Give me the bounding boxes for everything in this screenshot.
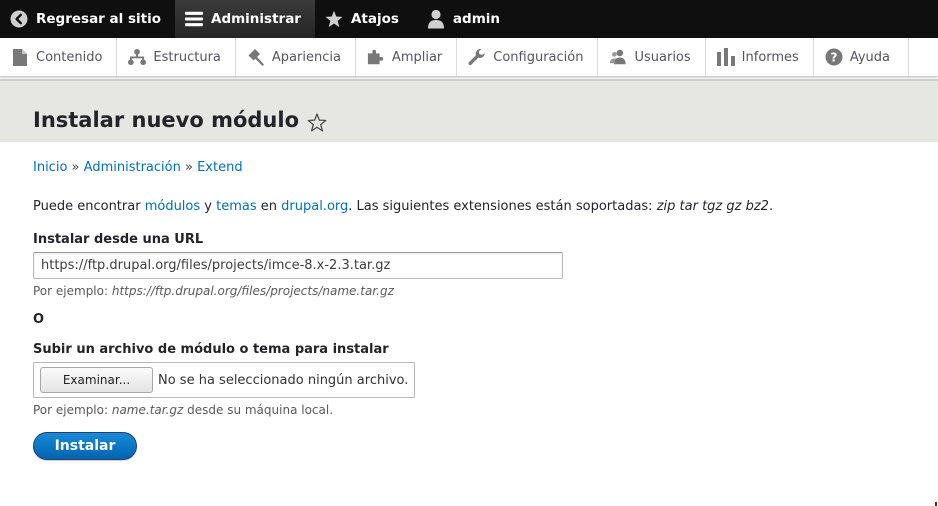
help-prefix: Puede encontrar <box>33 199 145 214</box>
breadcrumb: Inicio » Administración » Extend <box>33 160 243 175</box>
upload-desc-prefix: Por ejemplo: <box>33 403 112 417</box>
tray-item-people[interactable]: Usuarios <box>598 38 706 76</box>
breadcrumb-separator: » <box>184 160 193 175</box>
puzzle-icon <box>367 48 385 66</box>
shortcuts-tab[interactable]: Atajos <box>315 0 413 38</box>
themes-link[interactable]: temas <box>216 199 257 214</box>
or-separator: O <box>33 312 45 327</box>
install-button[interactable]: Instalar <box>33 432 137 460</box>
breadcrumb-separator: » <box>71 160 80 175</box>
breadcrumb-home-link[interactable]: Inicio <box>33 160 67 175</box>
tray-item-configuration[interactable]: Configuración <box>457 38 599 76</box>
help-and: y <box>200 199 217 214</box>
help-in: en <box>256 199 282 214</box>
user-tab[interactable]: admin <box>413 0 514 38</box>
browse-button[interactable]: Examinar... <box>40 367 153 393</box>
url-desc-example: https://ftp.drupal.org/files/projects/na… <box>111 284 394 298</box>
paint-icon <box>247 48 265 66</box>
shortcuts-tab-label: Atajos <box>350 11 399 27</box>
tray-item-appearance[interactable]: Apariencia <box>236 38 356 76</box>
modules-link[interactable]: módulos <box>145 199 200 214</box>
tray-item-help[interactable]: ? Ayuda <box>814 38 909 76</box>
install-url-description: Por ejemplo: https://ftp.drupal.org/file… <box>33 284 394 298</box>
breadcrumb-admin-link[interactable]: Administración <box>84 160 181 175</box>
tray-item-label: Ayuda <box>849 49 890 65</box>
help-end: . <box>768 199 774 214</box>
tray-item-label: Configuración <box>493 49 584 65</box>
question-icon: ? <box>825 48 843 66</box>
tray-item-label: Ampliar <box>391 49 443 65</box>
tray-item-label: Apariencia <box>271 49 341 65</box>
manage-tab[interactable]: Administrar <box>175 0 315 38</box>
help-text: Puede encontrar módulos y temas en drupa… <box>33 199 773 214</box>
add-shortcut-star-icon[interactable] <box>307 113 329 135</box>
upload-file-field[interactable]: Examinar... No se ha seleccionado ningún… <box>33 362 415 398</box>
tray-item-content[interactable]: Contenido <box>0 38 118 76</box>
no-file-selected-text: No se ha seleccionado ningún archivo. <box>158 373 409 388</box>
star-icon <box>325 10 343 28</box>
breadcrumb-extend-link[interactable]: Extend <box>197 160 243 175</box>
page-title: Instalar nuevo módulo <box>33 108 299 132</box>
user-tab-label: admin <box>452 11 501 27</box>
page-header: Instalar nuevo módulo <box>0 79 938 142</box>
drupal-org-link[interactable]: drupal.org <box>281 199 348 214</box>
tray-item-label: Usuarios <box>634 49 691 65</box>
tray-item-reports[interactable]: Informes <box>706 38 814 76</box>
upload-label: Subir un archivo de módulo o tema para i… <box>33 342 389 357</box>
resize-handle-icon <box>928 496 937 506</box>
install-url-input[interactable]: https://ftp.drupal.org/files/projects/im… <box>33 252 563 279</box>
hierarchy-icon <box>128 48 147 66</box>
upload-desc-example: name.tar.gz <box>111 403 184 417</box>
upload-description: Por ejemplo: name.tar.gz desde su máquin… <box>33 403 333 417</box>
svg-text:?: ? <box>830 50 837 64</box>
manage-tab-label: Administrar <box>211 11 301 27</box>
tray-item-label: Estructura <box>153 49 221 65</box>
back-to-site-link[interactable]: Regresar al sitio <box>0 0 175 38</box>
hamburger-icon <box>185 10 203 28</box>
url-desc-prefix: Por ejemplo: <box>33 284 112 298</box>
tray-item-extend[interactable]: Ampliar <box>356 38 458 76</box>
file-icon <box>11 48 29 66</box>
tray-item-label: Informes <box>741 49 799 65</box>
wrench-icon <box>468 48 486 66</box>
back-to-site-label: Regresar al sitio <box>36 11 161 27</box>
install-url-label: Instalar desde una URL <box>33 232 204 247</box>
admin-toolbar: Regresar al sitio Administrar Atajos adm… <box>0 0 938 38</box>
tray-item-label: Contenido <box>36 49 103 65</box>
users-icon <box>609 48 627 66</box>
help-suffix: . Las siguientes extensiones están sopor… <box>348 199 657 214</box>
back-arrow-icon <box>10 10 28 28</box>
admin-tray: Contenido Estructura Apariencia Ampliar … <box>0 38 938 77</box>
upload-desc-suffix: desde su máquina local. <box>183 403 334 417</box>
user-icon <box>427 9 445 29</box>
tray-item-structure[interactable]: Estructura <box>117 38 236 76</box>
bar-chart-icon <box>716 48 735 66</box>
supported-extensions: zip tar tgz gz bz2 <box>656 199 769 214</box>
